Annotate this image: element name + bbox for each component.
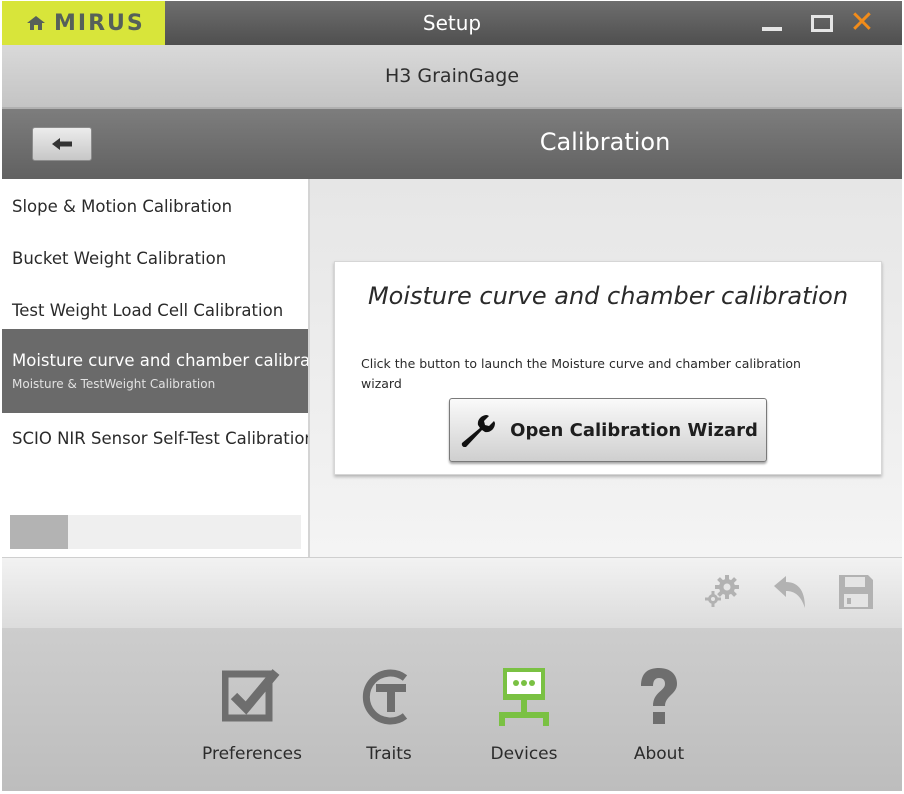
traits-t-icon xyxy=(362,669,408,725)
content-panel: Moisture curve and chamber calibration C… xyxy=(310,179,902,557)
calibration-list: Slope & Motion Calibration Bucket Weight… xyxy=(2,179,310,557)
list-item-scio-nir[interactable]: SCIO NIR Sensor Self-Test Calibration xyxy=(2,429,308,448)
settings-button[interactable] xyxy=(704,574,742,612)
maximize-button[interactable] xyxy=(808,8,836,38)
nav-about[interactable]: About xyxy=(599,666,719,764)
action-bar xyxy=(2,557,902,629)
close-icon: ✕ xyxy=(849,5,875,40)
nav-label: About xyxy=(633,744,685,764)
question-mark-icon xyxy=(641,668,677,724)
bottom-navigation: Preferences Traits Devices About xyxy=(2,628,902,791)
undo-button[interactable] xyxy=(772,574,808,614)
save-button[interactable] xyxy=(838,574,874,614)
page-header: Calibration xyxy=(2,109,902,179)
device-name: H3 GrainGage xyxy=(384,65,520,87)
close-button[interactable]: ✕ xyxy=(847,8,877,38)
nav-preferences[interactable]: Preferences xyxy=(192,666,312,764)
undo-arrow-icon xyxy=(774,576,805,608)
scrollbar-thumb[interactable] xyxy=(10,515,68,549)
floppy-disk-icon xyxy=(839,575,873,609)
back-button[interactable] xyxy=(32,127,92,161)
app-window: MIRUS Setup ✕ H3 GrainGage Calibration S… xyxy=(2,1,902,791)
left-arrow-icon xyxy=(52,138,72,150)
nav-devices[interactable]: Devices xyxy=(464,666,584,764)
title-bar: MIRUS Setup ✕ xyxy=(2,1,902,45)
list-item-label: Bucket Weight Calibration xyxy=(12,249,227,268)
list-item-label: Test Weight Load Cell Calibration xyxy=(12,301,284,320)
list-item-slope-motion[interactable]: Slope & Motion Calibration xyxy=(2,197,308,216)
card-title: Moisture curve and chamber calibration xyxy=(367,282,849,310)
minimize-button[interactable] xyxy=(758,8,786,38)
wizard-button-label: Open Calibration Wizard xyxy=(510,419,758,441)
list-item-test-weight-load-cell[interactable]: Test Weight Load Cell Calibration xyxy=(2,301,308,320)
list-item-label: Moisture curve and chamber calibration xyxy=(12,351,308,370)
list-item-label: Slope & Motion Calibration xyxy=(12,197,233,216)
list-item-label: SCIO NIR Sensor Self-Test Calibration xyxy=(12,429,308,448)
list-item-sublabel: Moisture & TestWeight Calibration xyxy=(12,377,216,391)
page-title: Calibration xyxy=(539,128,671,156)
horizontal-scrollbar[interactable] xyxy=(10,515,301,549)
nav-label: Traits xyxy=(366,744,412,764)
nav-traits[interactable]: Traits xyxy=(329,666,449,764)
minimize-icon xyxy=(762,27,782,31)
checkbox-icon xyxy=(222,669,280,722)
open-calibration-wizard-button[interactable]: Open Calibration Wizard xyxy=(449,398,767,462)
list-item-bucket-weight[interactable]: Bucket Weight Calibration xyxy=(2,249,308,268)
maximize-icon xyxy=(811,14,833,32)
device-header: H3 GrainGage xyxy=(2,45,902,109)
card-description: Click the button to launch the Moisture … xyxy=(361,356,801,391)
nav-label: Devices xyxy=(490,744,558,764)
monitor-network-icon xyxy=(499,668,549,726)
calibration-card: Moisture curve and chamber calibration C… xyxy=(334,261,882,475)
gears-icon xyxy=(705,575,739,607)
wrench-icon xyxy=(461,415,496,447)
list-item-moisture-curve-selected[interactable]: Moisture curve and chamber calibration M… xyxy=(2,329,308,413)
nav-label: Preferences xyxy=(202,744,302,764)
